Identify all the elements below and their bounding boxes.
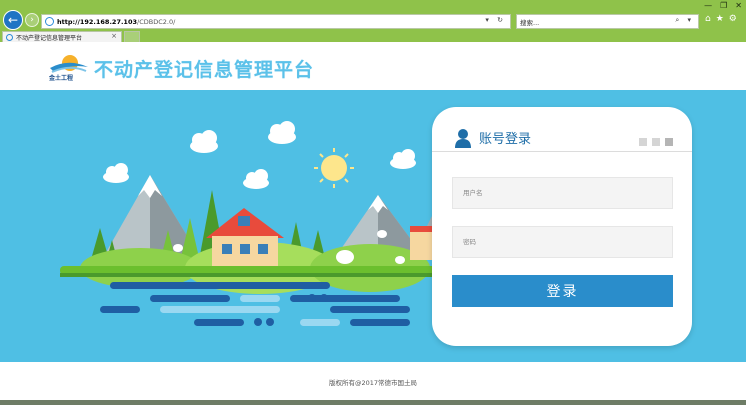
login-title: 账号登录	[479, 132, 532, 147]
copyright-text: 版权所有@2017常德市国土局	[328, 379, 418, 387]
login-card-header: 账号登录	[432, 107, 692, 152]
user-icon	[455, 129, 471, 148]
taskbar-strip	[0, 400, 746, 405]
tab-title: 不动产登记信息管理平台	[16, 34, 83, 42]
window-controls: — ❐ ✕	[704, 1, 742, 10]
new-tab-button[interactable]	[124, 31, 140, 42]
indicator-dot[interactable]	[665, 138, 673, 146]
logo-icon: 金土工程	[48, 55, 88, 82]
tab-ie-icon	[6, 33, 13, 41]
search-icon[interactable]: ⌕ ▾	[675, 16, 694, 25]
logo-text: 金土工程	[48, 74, 73, 82]
username-input[interactable]	[452, 177, 673, 209]
browser-tab[interactable]: 不动产登记信息管理平台 ×	[2, 31, 122, 42]
indicator-dot[interactable]	[639, 138, 647, 146]
tab-close-icon[interactable]: ×	[111, 32, 117, 40]
address-bar[interactable]: http://192.168.27.103 /CDBDC2.0/ ▾ ↻	[41, 14, 511, 29]
browser-chrome: ← › http://192.168.27.103 /CDBDC2.0/ ▾ ↻…	[0, 0, 746, 42]
indicator-dot[interactable]	[652, 138, 660, 146]
address-host: http://192.168.27.103	[57, 17, 137, 26]
ie-icon	[45, 17, 54, 26]
search-placeholder: 搜索...	[520, 18, 540, 27]
address-path: /CDBDC2.0/	[137, 17, 176, 26]
home-icon[interactable]: ⌂	[705, 14, 711, 24]
restore-button[interactable]: ❐	[720, 1, 727, 10]
star-icon[interactable]: ★	[716, 14, 724, 24]
login-card: 账号登录 登录	[432, 107, 692, 346]
minimize-button[interactable]: —	[704, 1, 712, 10]
search-box[interactable]: 搜索... ⌕ ▾	[516, 14, 699, 29]
back-button[interactable]: ←	[3, 10, 23, 30]
password-input[interactable]	[452, 226, 673, 258]
address-controls[interactable]: ▾ ↻	[485, 16, 506, 24]
toolbar-icons: ⌂ ★ ⚙	[705, 14, 737, 24]
footer: 版权所有@2017常德市国土局	[0, 362, 746, 400]
sun-icon	[314, 148, 354, 188]
site-header: 金土工程 不动产登记信息管理平台	[0, 42, 746, 90]
forward-button[interactable]: ›	[25, 13, 39, 27]
house-illustration	[206, 208, 284, 268]
site-title: 不动产登记信息管理平台	[94, 59, 315, 81]
back-arrow-icon: ←	[7, 13, 19, 27]
slide-indicator	[639, 138, 673, 146]
gear-icon[interactable]: ⚙	[729, 14, 737, 24]
forward-arrow-icon: ›	[30, 15, 34, 25]
close-window-button[interactable]: ✕	[735, 1, 742, 10]
banner: 账号登录 登录	[0, 90, 746, 362]
login-button[interactable]: 登录	[452, 275, 673, 307]
